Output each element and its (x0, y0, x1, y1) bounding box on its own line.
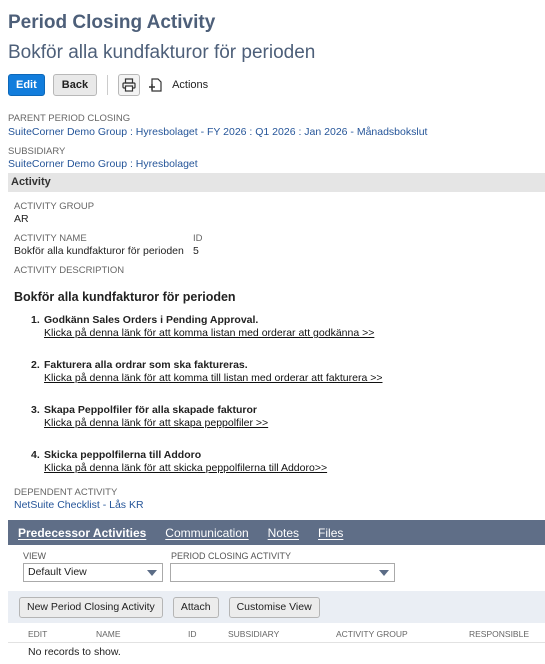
step-item: 1. Godkänn Sales Orders i Pending Approv… (31, 314, 531, 340)
sublist-column-header: EDIT NAME ID SUBSIDIARY ACTIVITY GROUP R… (8, 623, 545, 643)
customise-view-button[interactable]: Customise View (228, 596, 320, 618)
description-steps: 1. Godkänn Sales Orders i Pending Approv… (31, 314, 531, 494)
view-select[interactable]: Default View (23, 563, 163, 582)
activity-name-value: Bokför alla kundfakturor för perioden (14, 245, 184, 257)
new-period-closing-activity-button[interactable]: New Period Closing Activity (19, 596, 163, 618)
activity-group-label: ACTIVITY GROUP (14, 201, 95, 212)
sublist-button-bar: New Period Closing Activity Attach Custo… (8, 591, 545, 623)
record-type-title: Period Closing Activity (8, 12, 216, 33)
activity-name-label: ACTIVITY NAME (14, 233, 87, 244)
view-filter-label: VIEW (23, 551, 47, 561)
add-document-icon (149, 78, 162, 92)
dependent-activity-link[interactable]: NetSuite Checklist - Lås KR (14, 499, 144, 511)
column-header-responsible[interactable]: RESPONSIBLE (469, 629, 529, 639)
activity-group-value: AR (14, 213, 29, 225)
step-link[interactable]: Klicka på denna länk för att komma till … (44, 372, 531, 385)
column-header-id[interactable]: ID (188, 629, 197, 639)
step-number: 2. (31, 359, 40, 371)
step-title: Godkänn Sales Orders i Pending Approval. (44, 314, 259, 326)
step-title: Skicka peppolfilerna till Addoro (44, 449, 202, 461)
activity-description-label: ACTIVITY DESCRIPTION (14, 265, 125, 276)
view-select-value: Default View (28, 566, 87, 578)
actions-label: Actions (172, 79, 209, 91)
step-item: 3. Skapa Peppolfiler för alla skapade fa… (31, 404, 531, 430)
back-button[interactable]: Back (52, 74, 98, 96)
id-label: ID (193, 233, 203, 244)
subsidiary-link[interactable]: SuiteCorner Demo Group : Hyresbolaget (8, 158, 198, 170)
tab-files[interactable]: Files (318, 526, 343, 540)
attach-button[interactable]: Attach (172, 596, 219, 618)
column-header-subsidiary[interactable]: SUBSIDIARY (228, 629, 279, 639)
period-closing-activity-filter-label: PERIOD CLOSING ACTIVITY (171, 551, 292, 561)
print-button[interactable] (118, 74, 141, 96)
step-title: Skapa Peppolfiler för alla skapade faktu… (44, 404, 257, 416)
record-name-title: Bokför alla kundfakturor för perioden (8, 42, 316, 63)
column-header-activity-group[interactable]: ACTIVITY GROUP (336, 629, 408, 639)
period-closing-activity-select[interactable] (170, 563, 395, 582)
printer-icon (122, 78, 136, 92)
empty-list-message: No records to show. (28, 646, 121, 658)
tab-communication[interactable]: Communication (165, 526, 248, 540)
step-item: 2. Fakturera alla ordrar som ska fakture… (31, 359, 531, 385)
edit-button[interactable]: Edit (8, 74, 45, 96)
activity-section-header: Activity (8, 173, 545, 192)
parent-period-closing-label: PARENT PERIOD CLOSING (8, 113, 131, 124)
step-number: 1. (31, 314, 40, 326)
subsidiary-label: SUBSIDIARY (8, 146, 66, 157)
id-value: 5 (193, 245, 199, 257)
tab-notes[interactable]: Notes (268, 526, 299, 540)
subtab-bar: Predecessor Activities Communication Not… (8, 520, 545, 545)
step-link[interactable]: Klicka på denna länk för att komma lista… (44, 327, 531, 340)
dependent-activity-label: DEPENDENT ACTIVITY (14, 487, 118, 498)
column-header-edit: EDIT (28, 629, 48, 639)
description-title: Bokför alla kundfakturor för perioden (14, 290, 236, 304)
parent-period-closing-link[interactable]: SuiteCorner Demo Group : Hyresbolaget - … (8, 126, 427, 138)
step-number: 3. (31, 404, 40, 416)
step-link[interactable]: Klicka på denna länk för att skicka pepp… (44, 462, 531, 475)
toolbar-divider (107, 75, 109, 95)
step-item: 4. Skicka peppolfilerna till Addoro Klic… (31, 449, 531, 475)
chevron-down-icon (147, 570, 157, 576)
toolbar: Edit Back Actions (8, 74, 208, 96)
actions-menu[interactable]: Actions (148, 77, 208, 93)
chevron-down-icon (379, 570, 389, 576)
step-number: 4. (31, 449, 40, 461)
step-link[interactable]: Klicka på denna länk för att skapa peppo… (44, 417, 531, 430)
tab-predecessor-activities[interactable]: Predecessor Activities (18, 526, 146, 540)
column-header-name[interactable]: NAME (96, 629, 121, 639)
step-title: Fakturera alla ordrar som ska faktureras… (44, 359, 248, 371)
